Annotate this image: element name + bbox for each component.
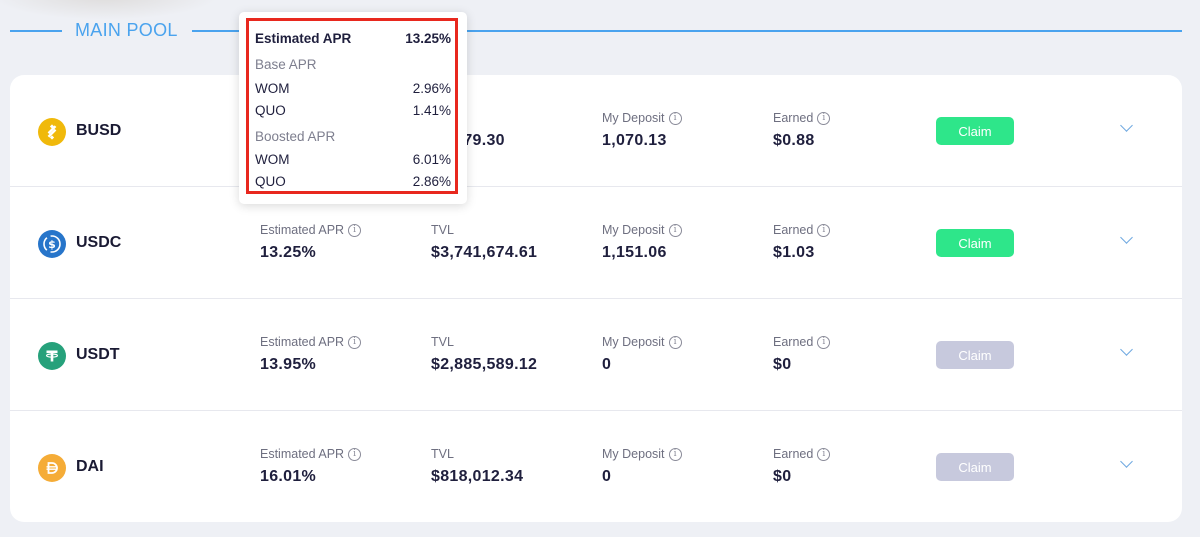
tooltip-token: QUO (255, 103, 286, 118)
pool-row-dai[interactable]: DAI Estimated APR i 16.01% TVL $818,012.3… (10, 411, 1182, 523)
claim-button[interactable]: Claim (936, 117, 1014, 145)
deposit-stat: My Deposit i 0 (602, 335, 682, 374)
apr-label: Estimated APR (260, 335, 345, 349)
tvl-value: $818,012.34 (431, 468, 524, 485)
apr-value: 13.25% (260, 244, 317, 261)
earned-label: Earned (773, 223, 814, 237)
earned-stat: Earned i $0.88 (773, 111, 831, 150)
tvl-stat: TVL $818,012.34 (431, 447, 523, 486)
pool-row-usdc[interactable]: $ USDC Estimated APR i 13.25% TVL $3,741,… (10, 187, 1182, 299)
tooltip-boosted-row: WOM 6.01% (255, 152, 451, 167)
info-icon[interactable]: i (348, 447, 362, 461)
tooltip-value: 2.86% (412, 174, 451, 189)
deposit-label: My Deposit (602, 447, 665, 461)
svg-text:$: $ (48, 238, 56, 251)
deposit-stat: My Deposit i 0 (602, 447, 682, 486)
deposit-label: My Deposit (602, 335, 665, 349)
tooltip-token: QUO (255, 174, 286, 189)
tooltip-value: 1.41% (412, 103, 451, 118)
apr-stat: Estimated APR i 13.25% (260, 223, 362, 262)
chevron-down-icon[interactable] (1120, 119, 1133, 132)
claim-button[interactable]: Claim (936, 341, 1014, 369)
coin-name: USDC (76, 234, 122, 251)
tooltip-base-row: QUO 1.41% (255, 103, 451, 118)
earned-label: Earned (773, 447, 814, 461)
tooltip-token: WOM (255, 81, 290, 96)
info-icon[interactable]: i (668, 335, 682, 349)
info-icon[interactable]: i (817, 447, 831, 461)
pool-row-usdt[interactable]: USDT Estimated APR i 13.95% TVL $2,885,58… (10, 299, 1182, 411)
usdc-coin-icon: $ (38, 230, 66, 258)
earned-value: $1.03 (773, 244, 815, 261)
claim-button[interactable]: Claim (936, 229, 1014, 257)
tvl-stat: TVL $3,741,674.61 (431, 223, 537, 262)
pool-card: BUSD 22,879.30 My Deposit i 1,070.13 Earn… (10, 75, 1182, 522)
tooltip-token: WOM (255, 152, 290, 167)
tooltip-header: Estimated APR 13.25% (255, 31, 451, 46)
section-title: MAIN POOL (75, 20, 178, 40)
coin-name: BUSD (76, 122, 122, 139)
info-icon[interactable]: i (668, 223, 682, 237)
info-icon[interactable]: i (817, 111, 831, 125)
info-icon[interactable]: i (817, 335, 831, 349)
info-icon[interactable]: i (668, 111, 682, 125)
info-icon[interactable]: i (348, 335, 362, 349)
earned-stat: Earned i $1.03 (773, 223, 831, 262)
earned-label: Earned (773, 335, 814, 349)
tvl-value: $3,741,674.61 (431, 244, 538, 261)
earned-value: $0.88 (773, 132, 815, 149)
deposit-label: My Deposit (602, 111, 665, 125)
pool-row-busd[interactable]: BUSD 22,879.30 My Deposit i 1,070.13 Earn… (10, 75, 1182, 187)
chevron-down-icon[interactable] (1120, 343, 1133, 356)
info-icon[interactable]: i (668, 447, 682, 461)
deposit-value: 1,070.13 (602, 132, 667, 149)
chevron-down-icon[interactable] (1120, 455, 1133, 468)
coin-name: USDT (76, 346, 120, 363)
tvl-label: TVL (431, 223, 454, 237)
tooltip-base-row: WOM 2.96% (255, 81, 451, 96)
deposit-label: My Deposit (602, 223, 665, 237)
dai-coin-icon (38, 454, 66, 482)
apr-stat: Estimated APR i 16.01% (260, 447, 362, 486)
section-header: MAIN POOL (0, 0, 1200, 60)
tooltip-value: 6.01% (412, 152, 451, 167)
deposit-value: 0 (602, 468, 612, 485)
tooltip-boosted-label: Boosted APR (255, 129, 336, 144)
tooltip-base-label: Base APR (255, 57, 317, 72)
tooltip-total: 13.25% (405, 31, 451, 46)
tvl-value: $2,885,589.12 (431, 356, 538, 373)
tooltip-value: 2.96% (412, 81, 451, 96)
apr-label: Estimated APR (260, 447, 345, 461)
apr-value: 13.95% (260, 356, 317, 373)
earned-stat: Earned i $0 (773, 335, 831, 374)
earned-label: Earned (773, 111, 814, 125)
deposit-stat: My Deposit i 1,151.06 (602, 223, 682, 262)
tvl-stat: TVL $2,885,589.12 (431, 335, 537, 374)
earned-stat: Earned i $0 (773, 447, 831, 486)
deposit-value: 0 (602, 356, 612, 373)
coin-name: DAI (76, 458, 104, 475)
tvl-label: TVL (431, 335, 454, 349)
deposit-value: 1,151.06 (602, 244, 667, 261)
usdt-coin-icon (38, 342, 66, 370)
earned-value: $0 (773, 356, 792, 373)
earned-value: $0 (773, 468, 792, 485)
info-icon[interactable]: i (817, 223, 831, 237)
busd-coin-icon (38, 118, 66, 146)
deposit-stat: My Deposit i 1,070.13 (602, 111, 682, 150)
header-line-left (10, 30, 62, 32)
info-icon[interactable]: i (348, 223, 362, 237)
tvl-label: TVL (431, 447, 454, 461)
apr-stat: Estimated APR i 13.95% (260, 335, 362, 374)
apr-value: 16.01% (260, 468, 317, 485)
apr-label: Estimated APR (260, 223, 345, 237)
tooltip-boosted-row: QUO 2.86% (255, 174, 451, 189)
claim-button[interactable]: Claim (936, 453, 1014, 481)
tooltip-title: Estimated APR (255, 31, 352, 46)
chevron-down-icon[interactable] (1120, 231, 1133, 244)
